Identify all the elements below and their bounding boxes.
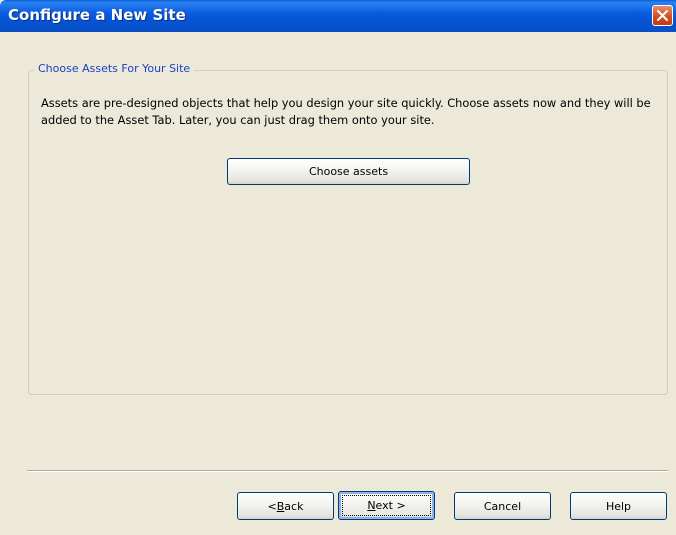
close-button[interactable]: [652, 5, 673, 26]
back-button-prefix: <: [267, 499, 277, 513]
close-icon: [657, 10, 668, 21]
cancel-button[interactable]: Cancel: [454, 492, 551, 520]
back-button[interactable]: < B ack: [237, 492, 334, 520]
title-bar: Configure a New Site: [0, 0, 676, 32]
window-title: Configure a New Site: [8, 6, 186, 24]
next-button[interactable]: N ext >: [338, 491, 435, 520]
focus-rect: [342, 495, 431, 516]
back-button-mnemonic: B: [276, 499, 285, 513]
back-button-label: ack: [284, 499, 304, 513]
assets-description: Assets are pre-designed objects that hel…: [41, 96, 651, 127]
groupbox-legend: Choose Assets For Your Site: [34, 62, 195, 75]
help-button[interactable]: Help: [570, 492, 667, 520]
choose-assets-button[interactable]: Choose assets: [227, 158, 470, 185]
footer-divider: [27, 470, 668, 472]
